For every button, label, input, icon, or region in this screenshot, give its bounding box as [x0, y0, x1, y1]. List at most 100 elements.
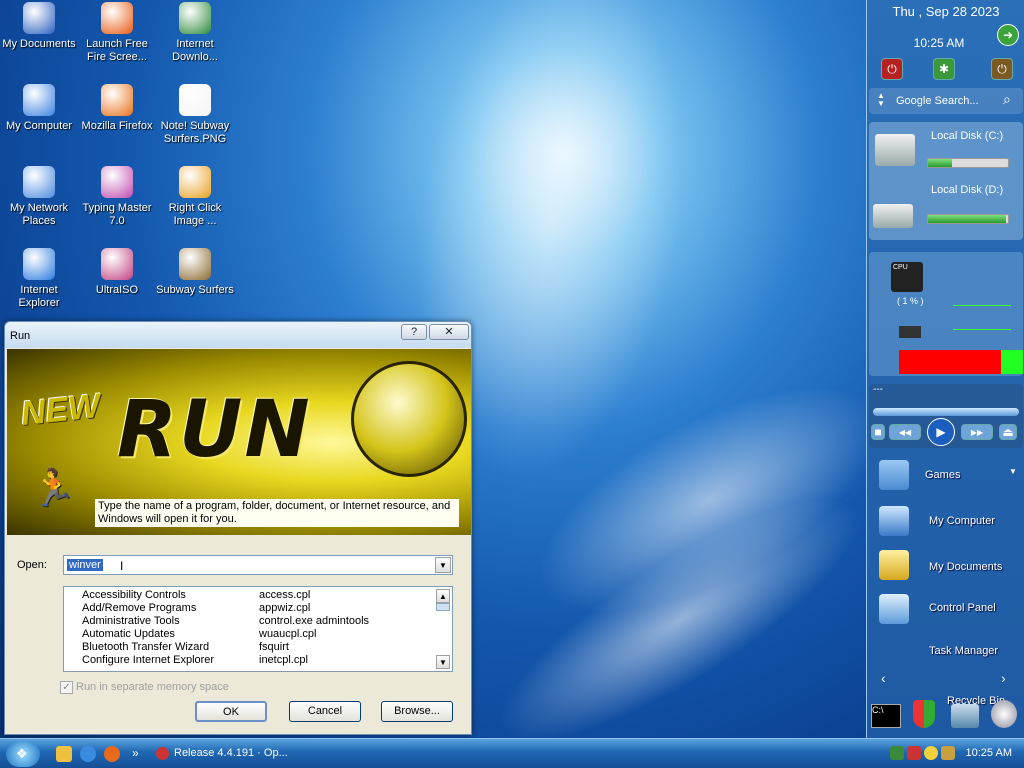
- separate-memory-checkbox[interactable]: ✓: [60, 681, 73, 694]
- folder-icon[interactable]: [879, 550, 909, 580]
- disk-c-bar: [927, 158, 1009, 168]
- media-title: ---: [873, 384, 883, 395]
- disk-c-label: Local Disk (C:): [931, 130, 1004, 142]
- desktop-icon[interactable]: UltraISO: [78, 248, 156, 297]
- desktop-icon-label: My Computer: [5, 120, 73, 132]
- sidebar-item-my-documents[interactable]: My Documents: [929, 561, 1002, 573]
- desktop-icon[interactable]: My Network Places: [0, 166, 78, 228]
- scroll-arrows-icon[interactable]: ▲ ▼: [877, 92, 885, 108]
- desktop-icon-label: Typing Master 7.0: [82, 202, 152, 227]
- internet-explorer-icon[interactable]: [80, 746, 96, 762]
- memory-bar: [899, 350, 1023, 374]
- play-icon[interactable]: ▶: [927, 418, 955, 446]
- cpu-gauge-icon: CPU: [891, 262, 923, 292]
- run-title-bar[interactable]: Run ? ✕: [5, 322, 471, 348]
- desktop-icon-label: UltraISO: [95, 284, 139, 296]
- shield-icon[interactable]: [913, 700, 935, 728]
- restart-icon[interactable]: ✱: [933, 58, 955, 80]
- scroll-down-icon[interactable]: ▼: [436, 655, 450, 669]
- media-progress[interactable]: [873, 408, 1019, 416]
- desktop-icon[interactable]: Subway Surfers: [156, 248, 234, 297]
- desktop-icon[interactable]: Internet Explorer: [0, 248, 78, 310]
- list-item-name: Administrative Tools: [82, 615, 180, 627]
- fire-icon: [101, 2, 133, 34]
- open-value[interactable]: winver: [67, 559, 103, 571]
- close-button[interactable]: ✕: [429, 324, 469, 340]
- arrow-right-icon[interactable]: ➜: [997, 24, 1019, 46]
- list-item[interactable]: Accessibility Controls access.cpl: [82, 589, 432, 602]
- power-icon[interactable]: ⏻: [991, 58, 1013, 80]
- command-list[interactable]: Accessibility Controls access.cpl Add/Remo…: [63, 586, 453, 672]
- desktop-icon[interactable]: Mozilla Firefox: [78, 84, 156, 133]
- game-icon: [179, 248, 211, 280]
- command-prompt-icon[interactable]: C:\: [871, 704, 901, 728]
- gear-icon: [179, 166, 211, 198]
- sidebar-item-games[interactable]: Games: [925, 469, 960, 481]
- tray-tool-icon[interactable]: [941, 746, 955, 760]
- speaker-icon[interactable]: [991, 700, 1017, 728]
- tray-shield-icon[interactable]: [907, 746, 921, 760]
- desktop-icon[interactable]: Typing Master 7.0: [78, 166, 156, 228]
- network-icon[interactable]: [951, 704, 979, 728]
- desktop-icon[interactable]: Internet Downlo...: [156, 2, 234, 64]
- sidebar-item-my-computer[interactable]: My Computer: [929, 515, 995, 527]
- my-computer-icon[interactable]: [879, 506, 909, 536]
- stop-icon[interactable]: ■: [871, 424, 885, 440]
- eject-icon[interactable]: ⏏: [999, 424, 1017, 440]
- open-input[interactable]: winver I ▼: [63, 555, 453, 575]
- desktop-icon[interactable]: Right Click Image ...: [156, 166, 234, 228]
- taskbar-item-opera[interactable]: Release 4.4.191 · Op...: [152, 742, 308, 765]
- wallpaper-streak: [504, 340, 916, 660]
- scroll-thumb[interactable]: [436, 603, 450, 611]
- tray-clock[interactable]: 10:25 AM: [966, 747, 1012, 759]
- fast-forward-icon[interactable]: ▶▶: [961, 424, 993, 440]
- firefox-icon: [101, 84, 133, 116]
- firefox-icon[interactable]: [104, 746, 120, 762]
- browse-button[interactable]: Browse...: [381, 701, 453, 722]
- media-player-gadget: --- ■ ◀◀ ▶ ▶▶ ⏏: [869, 384, 1023, 448]
- control-panel-icon[interactable]: [879, 594, 909, 624]
- taskbar-item-label: Release 4.4.191 · Op...: [174, 747, 288, 759]
- chevron-left-icon[interactable]: ‹: [881, 670, 886, 686]
- games-icon[interactable]: [879, 460, 909, 490]
- sidebar-item-control-panel[interactable]: Control Panel: [929, 602, 996, 614]
- sidebar-item-task-manager[interactable]: Task Manager: [929, 645, 998, 657]
- desktop-icon-label: Internet Downlo...: [172, 38, 218, 63]
- cpu-percent: ( 1 % ): [897, 296, 924, 306]
- chevron-right-icon[interactable]: ›: [1001, 670, 1006, 686]
- start-button[interactable]: ❖: [6, 741, 40, 767]
- disk-d-label: Local Disk (D:): [931, 184, 1004, 196]
- list-item[interactable]: Automatic Updates wuaucpl.cpl: [82, 628, 432, 641]
- cancel-button[interactable]: Cancel: [289, 701, 361, 722]
- typing-master-icon: [101, 166, 133, 198]
- clock-gadget: Thu , Sep 28 2023 10:25 AM ➜ ⏻ ✱ ⏻: [869, 0, 1023, 86]
- list-item-command: access.cpl: [259, 589, 311, 601]
- help-button[interactable]: ?: [401, 324, 427, 340]
- chevron-down-icon[interactable]: ▼: [1009, 467, 1017, 476]
- search-input[interactable]: Google Search...: [896, 95, 979, 107]
- list-item[interactable]: Add/Remove Programs appwiz.cpl: [82, 602, 432, 615]
- list-item[interactable]: Bluetooth Transfer Wizard fsquirt: [82, 641, 432, 654]
- desktop-icon-label: My Network Places: [9, 202, 69, 227]
- desktop-icon[interactable]: My Computer: [0, 84, 78, 133]
- desktop-icon[interactable]: My Documents: [0, 2, 78, 51]
- desktop-icon[interactable]: Note! Subway Surfers.PNG: [156, 84, 234, 146]
- task-manager-icon[interactable]: [879, 636, 909, 666]
- list-item[interactable]: Configure Internet Explorer inetcpl.cpl: [82, 654, 432, 667]
- desktop-icon[interactable]: Launch Free Fire Scree...: [78, 2, 156, 64]
- desktop-icon-label: Right Click Image ...: [168, 202, 222, 227]
- rewind-icon[interactable]: ◀◀: [889, 424, 921, 440]
- windows-logo-icon: [351, 361, 467, 477]
- quick-launch-overflow[interactable]: »: [132, 746, 139, 760]
- tray-smiley-icon[interactable]: [924, 746, 938, 760]
- open-dropdown-button[interactable]: ▼: [435, 557, 451, 573]
- scroll-up-icon[interactable]: ▲: [436, 589, 450, 603]
- list-item[interactable]: Administrative Tools control.exe admintoo…: [82, 615, 432, 628]
- wallpaper-streak: [470, 457, 890, 768]
- folder-icon[interactable]: [56, 746, 72, 762]
- shutdown-icon[interactable]: ⏻: [881, 58, 903, 80]
- ok-button[interactable]: OK: [195, 701, 267, 722]
- search-icon[interactable]: ⌕: [1003, 91, 1011, 108]
- tray-bluetooth-icon[interactable]: [890, 746, 904, 760]
- windows-drive-icon: [875, 134, 915, 166]
